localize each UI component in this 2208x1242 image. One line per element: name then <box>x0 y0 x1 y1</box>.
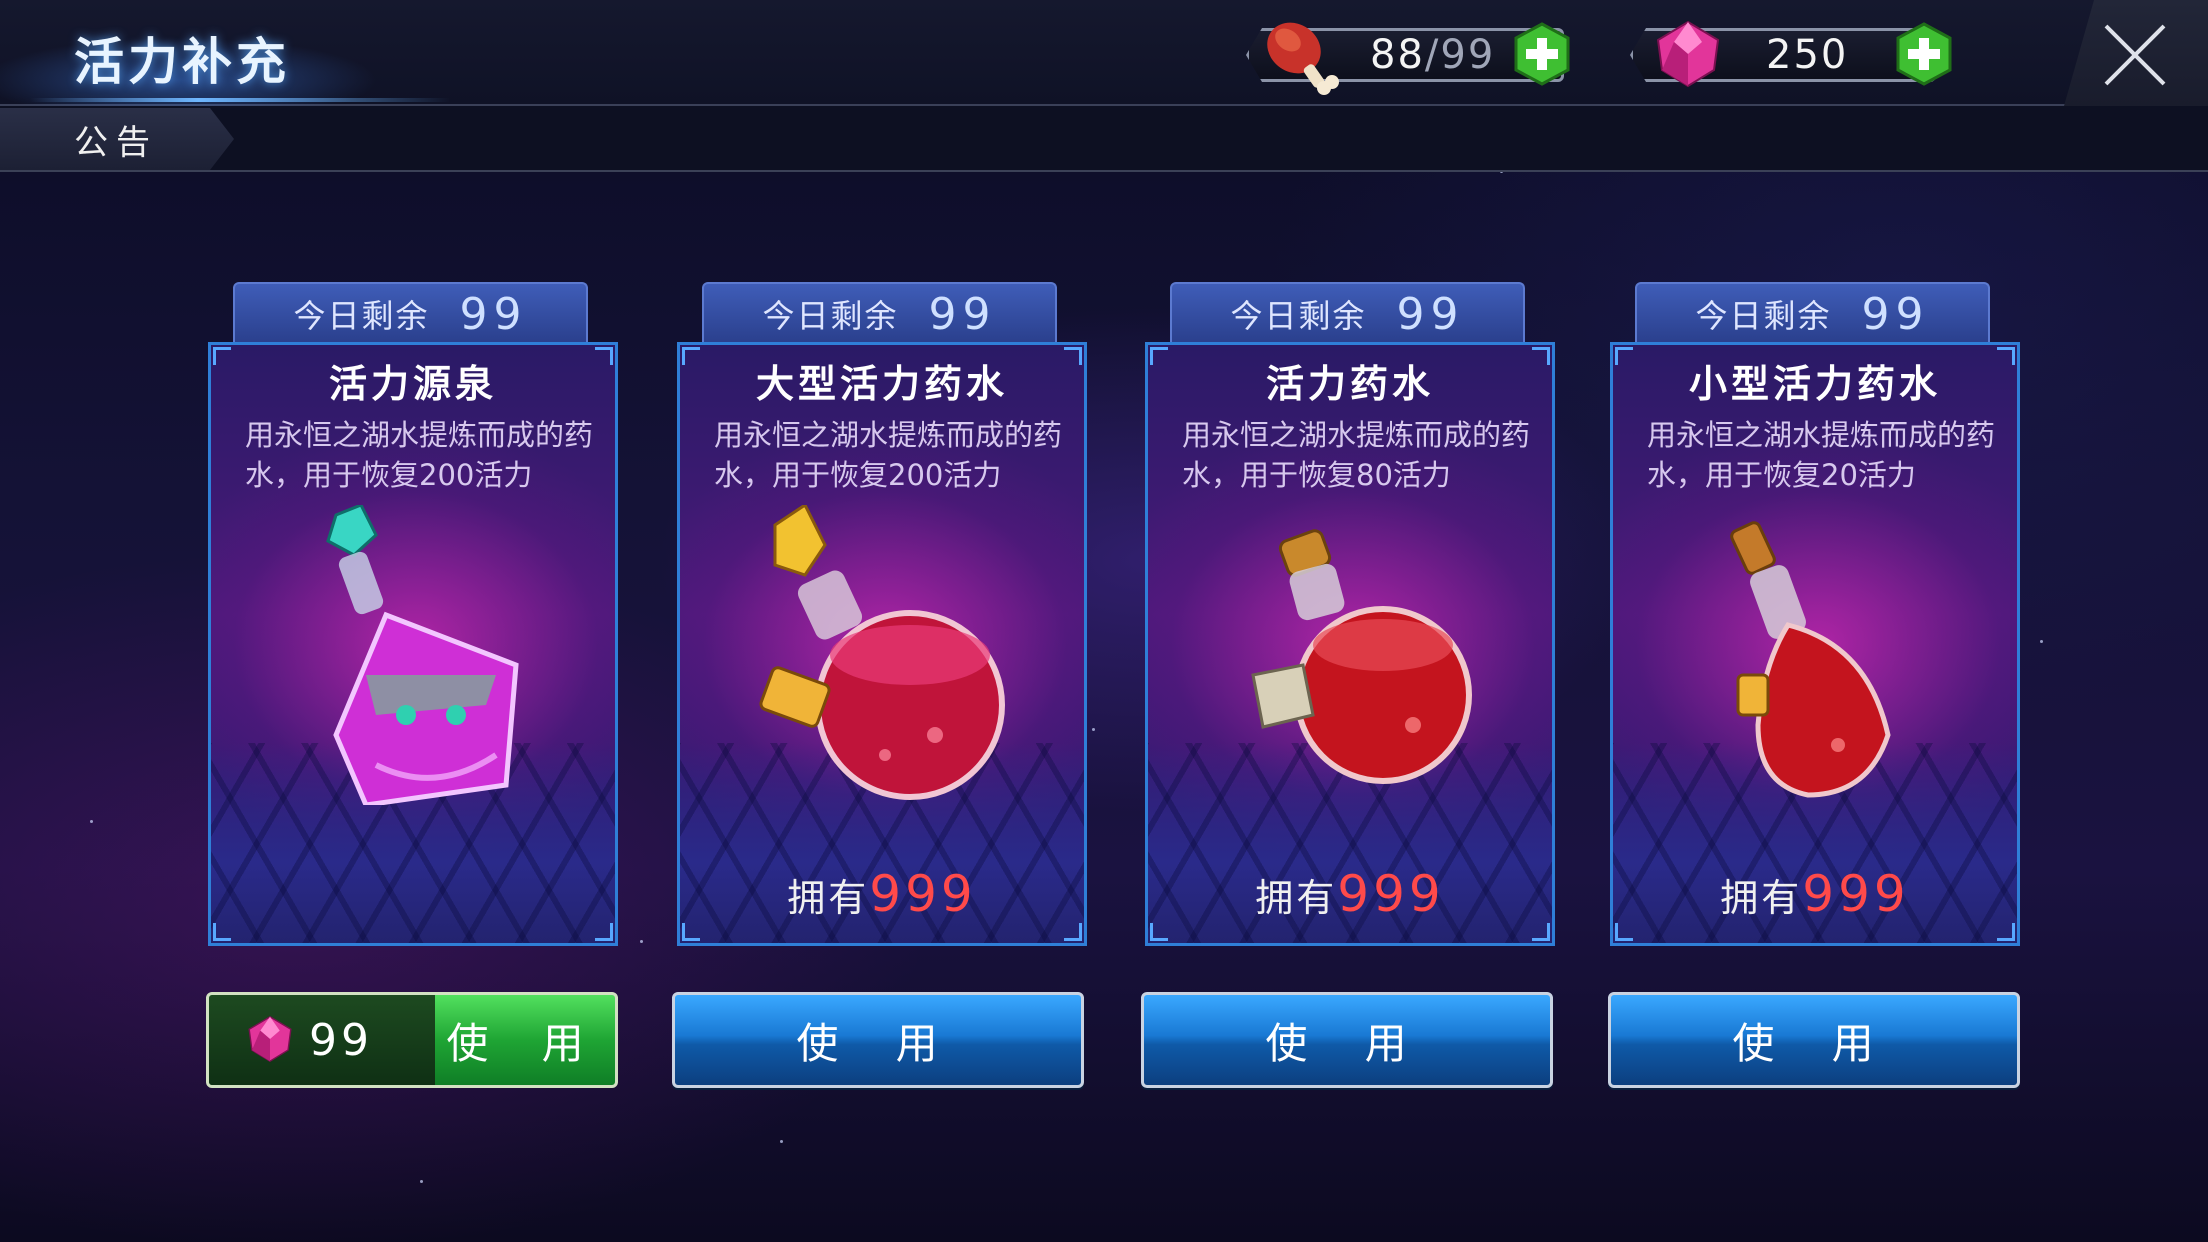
page-title: 活力补充 <box>74 33 290 91</box>
owned-label: 拥有 <box>1720 876 1803 920</box>
item-description: 用永恒之湖水提炼而成的药水，用于恢复200活力 <box>245 418 594 492</box>
add-stamina-button[interactable] <box>1512 22 1572 86</box>
small-potion-icon <box>1730 521 1891 798</box>
item-name: 大型活力药水 <box>755 362 1008 406</box>
tab-bar <box>0 106 2208 172</box>
pink-gem-icon <box>1656 20 1720 88</box>
add-gems-button[interactable] <box>1894 22 1954 86</box>
tab-notice-label: 公告 <box>74 122 158 163</box>
buy-and-use-button[interactable]: 99 使 用 <box>206 992 618 1088</box>
item-card-body: 小型活力药水 用永恒之湖水提炼而成的药水，用于恢复20活力 拥有999 <box>1610 342 2020 946</box>
item-description: 用永恒之湖水提炼而成的药水，用于恢复20活力 <box>1647 418 1996 492</box>
use-button-large-potion[interactable]: 使 用 <box>672 992 1084 1088</box>
owned-number: 999 <box>869 865 977 923</box>
item-description: 用永恒之湖水提炼而成的药水，用于恢复80活力 <box>1182 418 1531 492</box>
use-button-small-potion[interactable]: 使 用 <box>1608 992 2020 1088</box>
daily-remaining-label: 今日剩余 <box>1695 297 1832 335</box>
daily-remaining-tab: 今日剩余 99 <box>1170 282 1525 344</box>
item-card-small-potion: 今日剩余 99 小型活力药水 用永恒之湖水提炼而成的药水，用于恢复20活力 拥有… <box>1610 282 2020 946</box>
owned-label: 拥有 <box>1255 876 1338 920</box>
item-description: 用永恒之湖水提炼而成的药水，用于恢复200活力 <box>714 418 1063 492</box>
meat-drumstick-icon <box>1267 22 1339 95</box>
item-name: 活力源泉 <box>328 362 497 406</box>
stamina-value: 88/99 <box>1370 32 1495 78</box>
owned-count: 拥有999 <box>1613 865 2017 923</box>
daily-remaining-tab: 今日剩余 99 <box>702 282 1057 344</box>
daily-remaining-label: 今日剩余 <box>762 297 899 335</box>
medium-potion-icon <box>1251 529 1472 784</box>
item-name: 活力药水 <box>1265 362 1434 406</box>
daily-remaining-label: 今日剩余 <box>1230 297 1367 335</box>
stamina-current: 88 <box>1370 32 1425 78</box>
use-button-potion[interactable]: 使 用 <box>1141 992 1553 1088</box>
item-card-body: 大型活力药水 用永恒之湖水提炼而成的药水，用于恢复200活力 拥有999 <box>677 342 1087 946</box>
gem-cost: 99 <box>209 995 435 1085</box>
daily-remaining-count: 99 <box>1861 288 1930 340</box>
gem-cost-value: 99 <box>309 1014 373 1066</box>
use-label: 使 用 <box>446 1018 604 1068</box>
gem-value: 250 <box>1766 32 1849 78</box>
daily-remaining-label: 今日剩余 <box>293 297 430 335</box>
owned-number: 999 <box>1802 865 1910 923</box>
stamina-max: /99 <box>1424 32 1496 78</box>
close-icon <box>2104 24 2166 86</box>
daily-remaining-count: 99 <box>459 288 528 340</box>
item-card-body: 活力源泉 用永恒之湖水提炼而成的药水，用于恢复200活力 <box>208 342 618 946</box>
item-card-body: 活力药水 用永恒之湖水提炼而成的药水，用于恢复80活力 拥有999 <box>1145 342 1555 946</box>
daily-remaining-count: 99 <box>1396 288 1465 340</box>
daily-remaining-count: 99 <box>928 288 997 340</box>
item-card-potion: 今日剩余 99 活力药水 用永恒之湖水提炼而成的药水，用于恢复80活力 拥有99… <box>1145 282 1555 946</box>
large-potion-icon <box>759 505 1005 800</box>
item-card-vitality-fountain: 今日剩余 99 活力源泉 用永恒之湖水提炼而成的药水，用于恢复200活力 <box>208 282 618 946</box>
daily-remaining-tab: 今日剩余 99 <box>1635 282 1990 344</box>
owned-count: 拥有999 <box>680 865 1084 923</box>
pink-gem-icon <box>248 1015 292 1063</box>
daily-remaining-tab: 今日剩余 99 <box>233 282 588 344</box>
item-card-large-potion: 今日剩余 99 大型活力药水 用永恒之湖水提炼而成的药水，用于恢复200活力 拥… <box>677 282 1087 946</box>
owned-count: 拥有999 <box>1148 865 1552 923</box>
item-name: 小型活力药水 <box>1688 362 1941 406</box>
owned-label: 拥有 <box>787 876 870 920</box>
tab-notice[interactable]: 公告 <box>0 108 234 170</box>
owned-number: 999 <box>1337 865 1445 923</box>
title-underline <box>30 98 450 102</box>
crystal-flask-icon <box>326 505 519 805</box>
